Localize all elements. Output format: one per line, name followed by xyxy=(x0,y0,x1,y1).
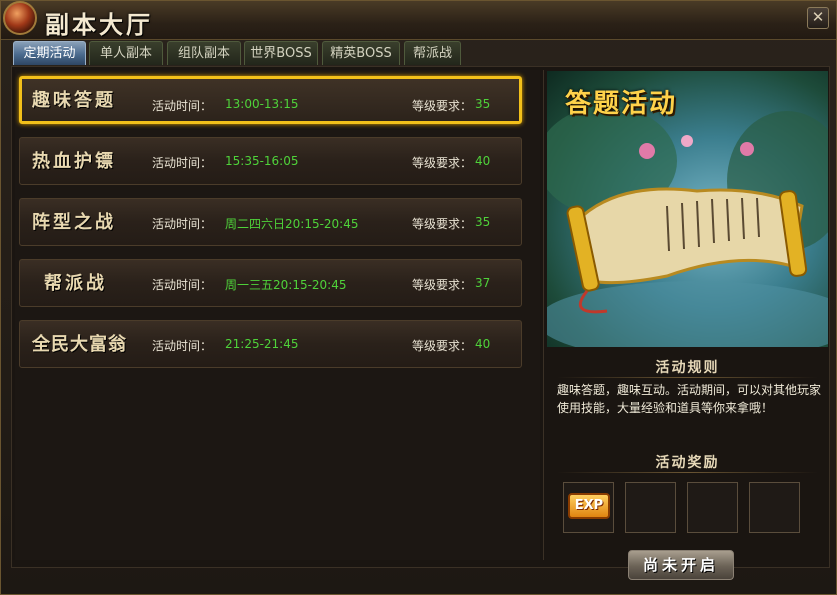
reward-slot-4[interactable] xyxy=(749,482,800,533)
dungeon-hall-window: 副本大厅 ✕ 定期活动 单人副本 组队副本 世界BOSS 精英BOSS 帮派战 … xyxy=(0,0,837,595)
reward-slot-2[interactable] xyxy=(625,482,676,533)
list-item[interactable]: 趣味答题 活动时间： 13:00-13:15 等级要求： 35 xyxy=(19,76,522,124)
list-item[interactable]: 热血护镖 活动时间： 15:35-16:05 等级要求： 40 xyxy=(19,137,522,185)
pane-divider xyxy=(543,70,544,560)
reward-slot-3[interactable] xyxy=(687,482,738,533)
time-label: 活动时间： xyxy=(152,278,213,292)
level-label: 等级要求： xyxy=(412,217,473,231)
level-value: 40 xyxy=(475,337,491,351)
rules-text: 趣味答题，趣味互动。活动期间，可以对其他玩家使用技能，大量经验和道具等你来拿哦！ xyxy=(557,383,822,415)
start-button[interactable]: 尚未开启 xyxy=(628,550,734,580)
time-value: 21:25-21:45 xyxy=(225,337,299,351)
time-label: 活动时间： xyxy=(152,99,213,113)
time-label: 活动时间： xyxy=(152,156,213,170)
art-title: 答题活动 xyxy=(565,89,678,119)
activity-illustration: 答题活动 xyxy=(547,71,828,347)
level-value: 37 xyxy=(475,276,491,290)
reward-slot-1[interactable]: EXP xyxy=(563,482,614,533)
emblem-icon xyxy=(3,1,37,35)
level-value: 40 xyxy=(475,154,491,168)
title-bar[interactable]: 副本大厅 ✕ xyxy=(1,1,836,40)
tab-scheduled-events[interactable]: 定期活动 xyxy=(13,41,86,65)
time-value: 15:35-16:05 xyxy=(225,154,299,168)
close-icon[interactable]: ✕ xyxy=(807,7,829,29)
level-value: 35 xyxy=(475,97,491,111)
activity-name: 全民大富翁 xyxy=(32,334,127,355)
list-item[interactable]: 全民大富翁 活动时间： 21:25-21:45 等级要求： 40 xyxy=(19,320,522,368)
tab-team-dungeon[interactable]: 组队副本 xyxy=(167,41,241,65)
level-value: 35 xyxy=(475,215,491,229)
exp-reward-icon: EXP xyxy=(568,493,610,519)
level-label: 等级要求： xyxy=(412,99,473,113)
rules-divider xyxy=(557,377,818,378)
rewards-divider xyxy=(557,472,818,473)
activity-name: 趣味答题 xyxy=(32,90,116,111)
rewards-heading: 活动奖励 xyxy=(655,455,720,471)
time-label: 活动时间： xyxy=(152,217,213,231)
time-value: 13:00-13:15 xyxy=(225,97,299,111)
level-label: 等级要求： xyxy=(412,156,473,170)
list-item[interactable]: 帮派战 活动时间： 周一三五20:15-20:45 等级要求： 37 xyxy=(19,259,522,307)
activity-name: 阵型之战 xyxy=(32,212,116,233)
level-label: 等级要求： xyxy=(412,278,473,292)
tab-elite-boss[interactable]: 精英BOSS xyxy=(322,41,400,65)
rules-heading: 活动规则 xyxy=(655,360,720,376)
time-label: 活动时间： xyxy=(152,339,213,353)
activity-name: 帮派战 xyxy=(44,273,107,294)
tab-solo-dungeon[interactable]: 单人副本 xyxy=(89,41,163,65)
tab-guild-war[interactable]: 帮派战 xyxy=(404,41,461,65)
activity-name: 热血护镖 xyxy=(32,151,116,172)
time-value: 周一三五20:15-20:45 xyxy=(225,278,347,292)
time-value: 周二四六日20:15-20:45 xyxy=(225,217,359,231)
window-title: 副本大厅 xyxy=(45,10,153,39)
list-item[interactable]: 阵型之战 活动时间： 周二四六日20:15-20:45 等级要求： 35 xyxy=(19,198,522,246)
tab-world-boss[interactable]: 世界BOSS xyxy=(244,41,318,65)
level-label: 等级要求： xyxy=(412,339,473,353)
